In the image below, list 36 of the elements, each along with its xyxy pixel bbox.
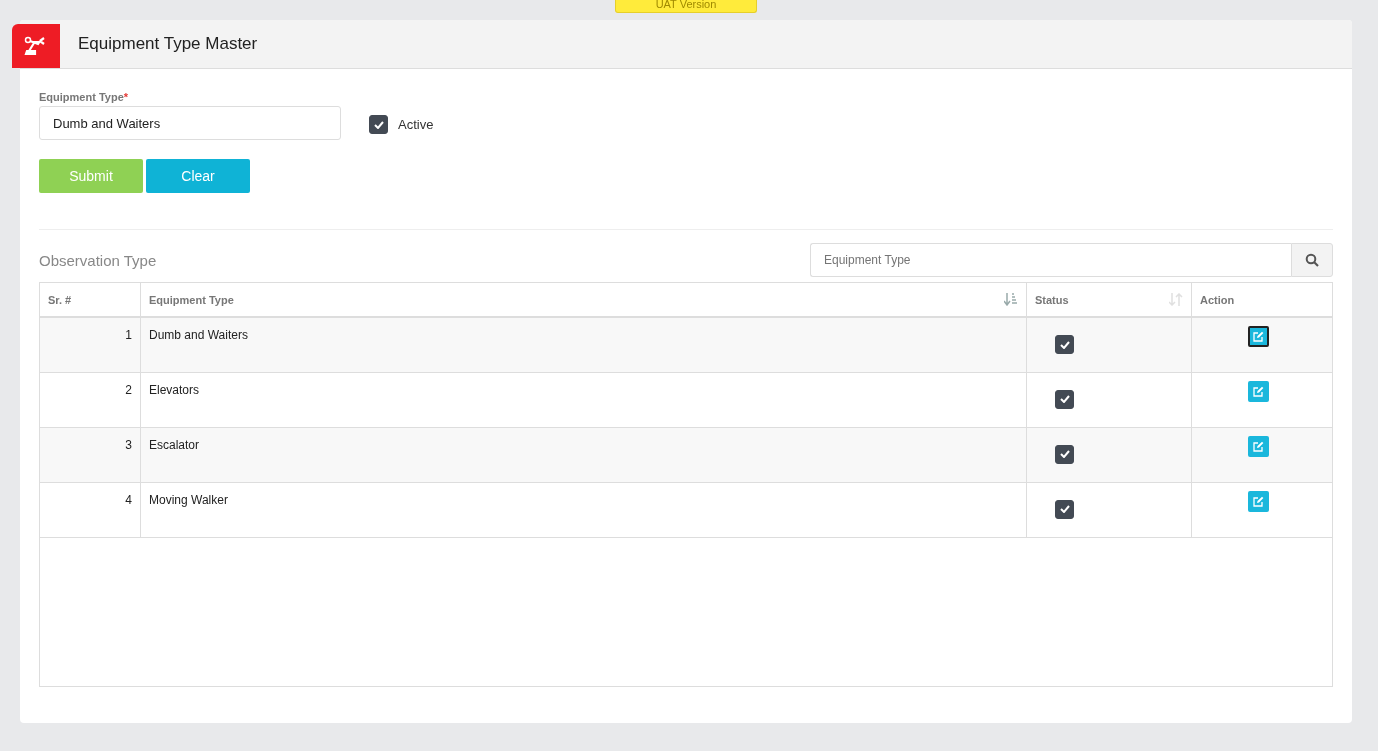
table-cell: Moving Walker: [140, 482, 1027, 537]
column-header[interactable]: Status: [1035, 293, 1069, 306]
table-cell: Dumb and Waiters: [140, 317, 1027, 372]
pencil-icon: [1253, 495, 1264, 507]
version-banner: UAT Version: [615, 0, 757, 13]
active-checkbox[interactable]: [369, 115, 388, 134]
edit-button[interactable]: [1248, 326, 1269, 347]
status-checkbox[interactable]: [1055, 335, 1074, 354]
pencil-icon: [1253, 331, 1264, 342]
status-checkbox[interactable]: [1055, 389, 1074, 409]
equipment-type-input[interactable]: Dumb and Waiters: [39, 106, 341, 140]
field-label: Equipment Type*: [39, 91, 130, 103]
table-cell: Elevators: [140, 372, 1027, 427]
search-field[interactable]: Equipment Type: [810, 243, 1291, 277]
table-cell: Escalator: [140, 427, 1027, 482]
table-cell: 4: [40, 482, 141, 537]
status-checkbox[interactable]: [1055, 499, 1074, 519]
check-icon: [1059, 505, 1070, 513]
check-icon: [373, 120, 384, 129]
clear-button[interactable]: Clear: [146, 159, 250, 193]
page-title: Equipment Type Master: [78, 34, 258, 54]
table-cell: 3: [40, 427, 141, 482]
check-icon: [1059, 450, 1070, 458]
column-header[interactable]: Action: [1200, 293, 1235, 306]
active-label: Active: [398, 117, 434, 132]
check-icon: [1059, 340, 1070, 349]
section-title: Observation Type: [39, 251, 157, 269]
column-header[interactable]: Equipment Type: [149, 293, 234, 306]
column-header[interactable]: Sr. #: [48, 293, 72, 306]
pencil-icon: [1253, 440, 1264, 452]
pencil-icon: [1253, 385, 1264, 397]
check-icon: [1059, 395, 1070, 403]
status-checkbox[interactable]: [1055, 444, 1074, 464]
search-icon[interactable]: [1291, 243, 1333, 277]
table-cell: 1: [40, 317, 141, 372]
table-cell: 2: [40, 372, 141, 427]
